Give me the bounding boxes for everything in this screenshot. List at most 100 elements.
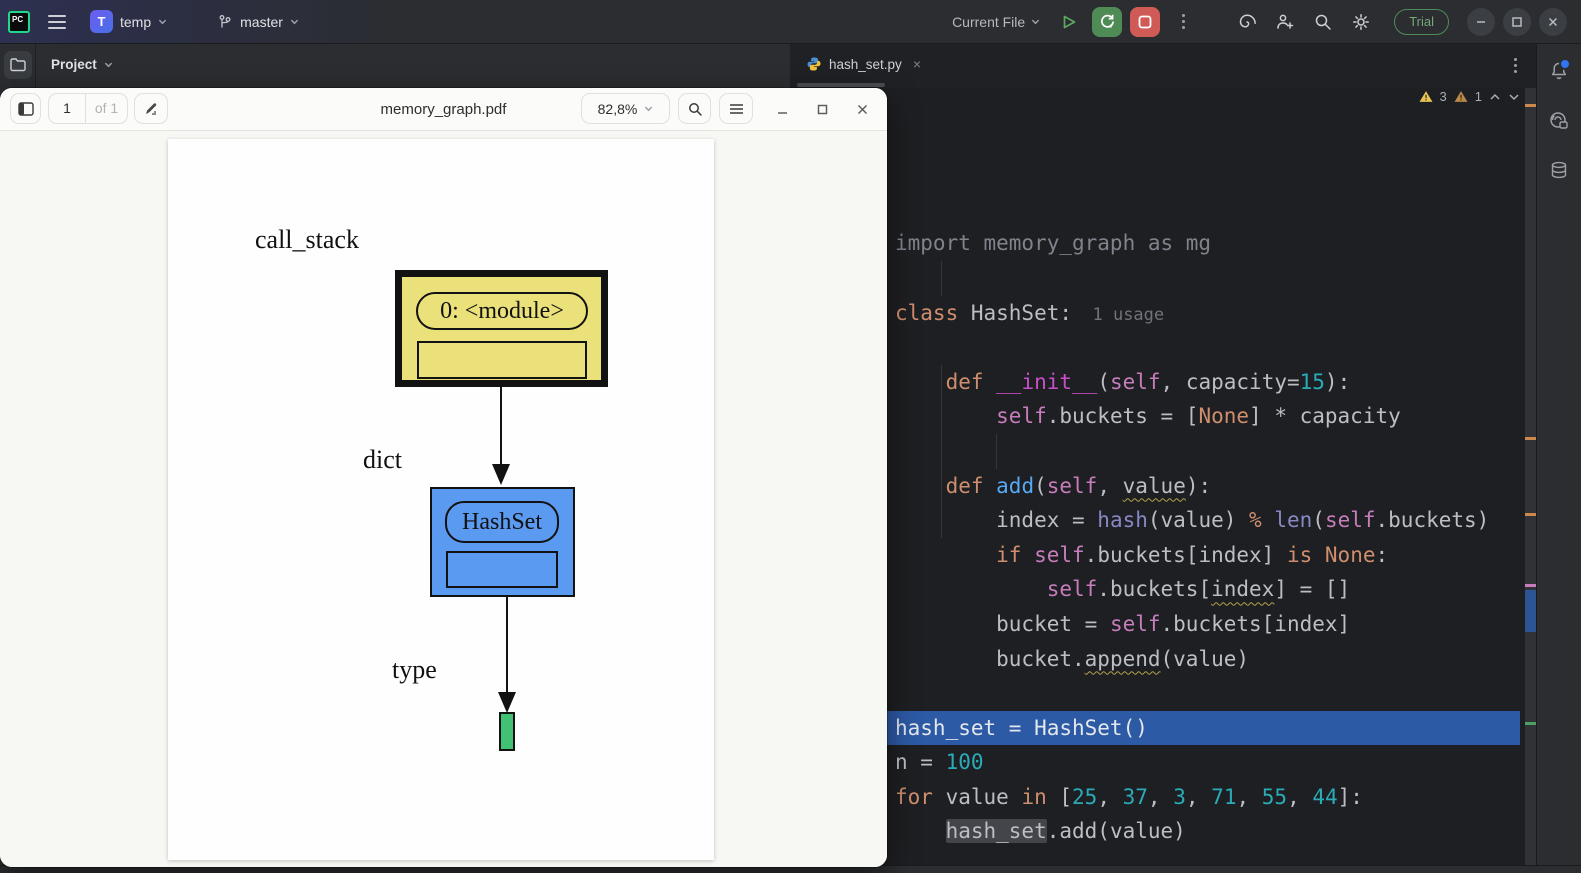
code-token: , capacity= (1160, 369, 1300, 394)
pdf-page-indicator[interactable]: 1 of 1 (48, 93, 128, 124)
pdf-content-area[interactable]: call_stack 0: <module> dict HashSet type (0, 131, 887, 867)
project-name: temp (120, 13, 152, 30)
code-line[interactable] (790, 676, 1520, 711)
git-branch-widget[interactable]: master (211, 10, 305, 34)
code-line[interactable]: hash_set = HashSet() (790, 710, 1520, 746)
graph-label-dict: dict (363, 445, 402, 474)
code-line[interactable]: if self.buckets[index] is None: (790, 538, 1520, 573)
code-line[interactable]: for value in [25, 37, 3, 71, 55, 44]: (790, 780, 1520, 815)
pdf-minimize-button[interactable] (770, 97, 794, 121)
main-menu-button[interactable] (40, 5, 74, 39)
scrollbar-selection-mark[interactable] (1525, 590, 1536, 632)
code-line[interactable]: hash_set.add(value) (790, 814, 1520, 849)
pdf-zoom-selector[interactable]: 82,8% (581, 93, 670, 124)
pdf-maximize-button[interactable] (810, 97, 834, 121)
pycharm-logo-icon: PC (8, 10, 30, 33)
graph-edge-dict (500, 387, 502, 464)
code-token: 25 (1072, 784, 1098, 809)
pdf-annotate-button[interactable] (134, 93, 168, 124)
pdf-zoom-value: 82,8% (597, 100, 638, 117)
code-line[interactable]: def __init__(self, capacity=15): (790, 365, 1520, 400)
code-line[interactable] (790, 261, 1520, 296)
pdf-sidebar-toggle-button[interactable] (10, 93, 41, 124)
code-line[interactable]: self.buckets = [None] * capacity (790, 399, 1520, 434)
code-line[interactable] (790, 330, 1520, 365)
pdf-search-button[interactable] (678, 93, 711, 124)
close-icon (1548, 17, 1558, 26)
code-token: value (1122, 473, 1186, 498)
code-token: 3 (1173, 784, 1186, 809)
kebab-icon (1506, 58, 1524, 73)
code-token: ]: (1337, 784, 1363, 809)
notifications-button[interactable] (1544, 56, 1574, 86)
run-button[interactable] (1054, 7, 1084, 37)
trial-badge[interactable]: Trial (1394, 8, 1449, 35)
pdf-close-button[interactable] (850, 97, 874, 121)
close-window-button[interactable] (1539, 7, 1567, 36)
code-line[interactable]: import memory_graph as mg (790, 226, 1520, 261)
scrollbar-mark[interactable] (1525, 584, 1536, 587)
scrollbar-warning-mark[interactable] (1525, 104, 1536, 107)
code-line[interactable]: n = 100 (790, 745, 1520, 780)
code-token: [ (1059, 784, 1073, 809)
pdf-page-input[interactable]: 1 (49, 94, 86, 123)
stop-button[interactable] (1130, 6, 1161, 37)
scrollbar-warning-mark[interactable] (1525, 513, 1536, 516)
code-with-me-button[interactable] (1270, 7, 1300, 37)
code-token: 44 (1312, 784, 1338, 809)
code-editor[interactable]: import memory_graph as mg class HashSet: … (790, 88, 1520, 844)
project-tool-window-button[interactable] (3, 51, 32, 79)
code-line[interactable]: self.buckets[index] = [] (790, 572, 1520, 607)
inspection-widget[interactable]: 3 1 (1419, 89, 1520, 104)
tabstrip-scrollbar[interactable] (797, 83, 885, 87)
pdf-viewer-window[interactable]: 1 of 1 memory_graph.pdf 82,8% call_stack… (0, 88, 887, 867)
code-line[interactable]: bucket.append(value) (790, 642, 1520, 677)
pdf-titlebar[interactable]: 1 of 1 memory_graph.pdf 82,8% (0, 88, 887, 131)
code-token: ( (1034, 473, 1047, 498)
pdf-page-total: of 1 (94, 100, 119, 116)
code-token: self (1034, 542, 1085, 567)
graph-node-call-stack: 0: <module> (395, 270, 608, 387)
more-actions-button[interactable] (1168, 7, 1198, 37)
minimize-window-button[interactable] (1467, 7, 1495, 36)
python-file-icon (807, 57, 821, 71)
ai-chat-button[interactable] (1544, 106, 1574, 136)
tab-options-button[interactable] (1506, 58, 1524, 73)
rerun-button[interactable] (1092, 6, 1123, 37)
code-token: append (1084, 646, 1161, 671)
code-line[interactable]: index = hash(value) % len(self.buckets) (790, 503, 1520, 538)
pdf-menu-button[interactable] (719, 93, 753, 124)
code-token: .add(value) (1046, 819, 1186, 844)
minimize-icon (1477, 20, 1485, 23)
tool-window-stripe-right (1536, 44, 1581, 866)
code-token: ( (1312, 508, 1325, 533)
code-line[interactable]: class HashSet: 1 usage (790, 296, 1520, 331)
tab-hash-set-py[interactable]: hash_set.py × (796, 44, 931, 84)
code-token: .buckets[index] (1084, 542, 1287, 567)
editor-scrollbar[interactable] (1525, 88, 1536, 866)
search-everywhere-button[interactable] (1308, 7, 1338, 37)
code-token: __init__ (996, 369, 1098, 394)
database-button[interactable] (1544, 156, 1574, 186)
add-user-icon (1277, 14, 1294, 29)
close-icon (857, 104, 867, 114)
editor-tab-bar: hash_set.py × (790, 44, 1536, 88)
tab-close-icon[interactable]: × (913, 56, 921, 72)
settings-button[interactable] (1346, 7, 1376, 37)
code-token: , (1287, 784, 1313, 809)
maximize-icon (817, 104, 827, 114)
run-configuration-selector[interactable]: Current File (952, 14, 1040, 30)
prev-problem-icon[interactable] (1489, 92, 1501, 102)
code-line[interactable] (790, 434, 1520, 469)
ai-assistant-button[interactable] (1232, 7, 1262, 37)
scrollbar-warning-mark[interactable] (1525, 437, 1536, 440)
code-line[interactable]: def add(self, value): (790, 469, 1520, 504)
folder-icon (9, 58, 26, 72)
project-widget[interactable]: T temp (84, 6, 173, 37)
maximize-window-button[interactable] (1503, 7, 1531, 36)
next-problem-icon[interactable] (1508, 92, 1520, 102)
scrollbar-vcs-mark[interactable] (1525, 722, 1536, 725)
graph-node-hashset: HashSet (430, 487, 575, 597)
code-line[interactable]: bucket = self.buckets[index] (790, 607, 1520, 642)
